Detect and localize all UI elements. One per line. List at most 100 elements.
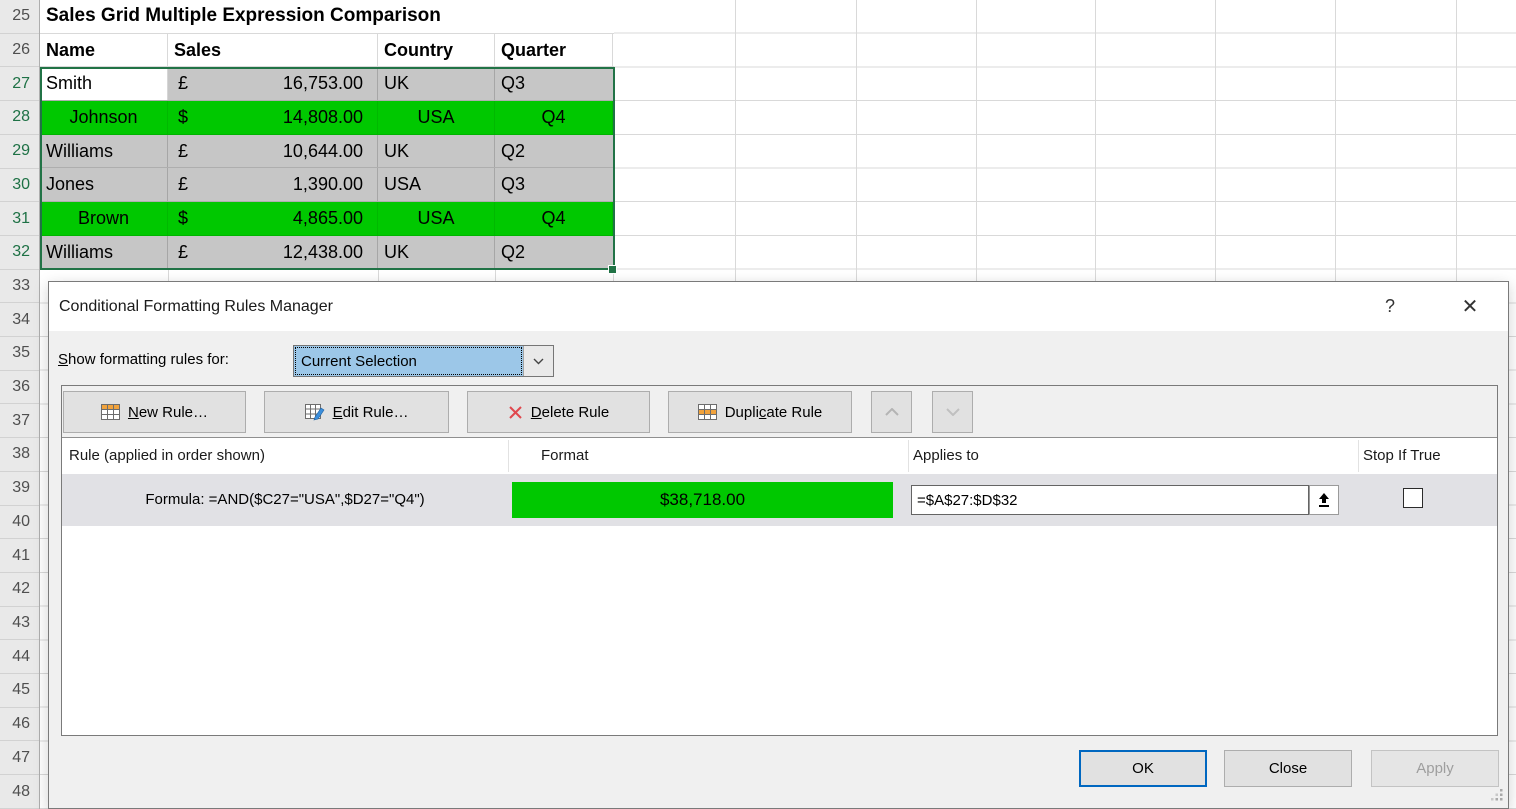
cell-name[interactable]: Williams (40, 236, 168, 269)
row-header-42[interactable]: 42 (0, 573, 39, 607)
ok-button[interactable]: OK (1079, 750, 1207, 787)
currency-symbol: £ (178, 174, 188, 195)
duplicate-rule-button[interactable]: Duplicate Rule (668, 391, 852, 433)
cell-name[interactable]: Smith (40, 67, 168, 100)
cell-quarter[interactable]: Q3 (495, 67, 613, 100)
row-header-40[interactable]: 40 (0, 506, 39, 540)
collapse-dialog-button[interactable] (1309, 485, 1339, 515)
column-header-name[interactable]: Name (40, 34, 168, 67)
table-title: Sales Grid Multiple Expression Compariso… (40, 5, 441, 27)
row-header-41[interactable]: 41 (0, 539, 39, 573)
edit-rule-button[interactable]: Edit Rule… (264, 391, 449, 433)
row-header-39[interactable]: 39 (0, 472, 39, 506)
table-row[interactable]: Brown $4,865.00 USA Q4 (40, 202, 614, 236)
table-row[interactable]: Johnson $14,808.00 USA Q4 (40, 101, 614, 135)
selection-fill-handle[interactable] (608, 265, 617, 274)
resize-grip-icon[interactable] (1490, 788, 1503, 801)
table-row[interactable]: Jones £1,390.00 USA Q3 (40, 168, 614, 202)
show-rules-label: Show formatting rules for: (58, 342, 229, 378)
cell-quarter[interactable]: Q4 (495, 101, 613, 134)
row-header-column: 2526272829303132333435363738394041424344… (0, 0, 40, 809)
column-header-quarter[interactable]: Quarter (495, 34, 613, 67)
applies-to-input[interactable] (911, 485, 1309, 515)
cell-quarter[interactable]: Q2 (495, 236, 613, 269)
row-header-33[interactable]: 33 (0, 270, 39, 304)
cell-country[interactable]: UK (378, 135, 495, 168)
row-header-36[interactable]: 36 (0, 371, 39, 405)
table-row[interactable]: Williams £10,644.00 UK Q2 (40, 135, 614, 169)
cell-sales[interactable]: £1,390.00 (168, 168, 378, 201)
help-icon[interactable]: ? (1369, 282, 1411, 331)
rule-list-item[interactable]: Formula: =AND($C27="USA",$D27="Q4") $38,… (62, 474, 1497, 526)
row-header-29[interactable]: 29 (0, 135, 39, 169)
row-header-45[interactable]: 45 (0, 674, 39, 708)
table-title-row[interactable]: Sales Grid Multiple Expression Compariso… (40, 0, 614, 34)
row-header-28[interactable]: 28 (0, 101, 39, 135)
move-rule-down-button[interactable] (932, 391, 973, 433)
cell-name[interactable]: Jones (40, 168, 168, 201)
sales-amount: 1,390.00 (293, 174, 363, 195)
move-rule-up-button[interactable] (871, 391, 912, 433)
sales-amount: 12,438.00 (283, 242, 363, 263)
row-header-48[interactable]: 48 (0, 775, 39, 809)
row-header-32[interactable]: 32 (0, 236, 39, 270)
cell-sales[interactable]: $14,808.00 (168, 101, 378, 134)
row-header-25[interactable]: 25 (0, 0, 39, 34)
sales-amount: 14,808.00 (283, 107, 363, 128)
dialog-titlebar[interactable]: Conditional Formatting Rules Manager ? ✕ (49, 282, 1508, 331)
header-divider (908, 440, 909, 472)
cell-quarter[interactable]: Q4 (495, 202, 613, 235)
row-header-35[interactable]: 35 (0, 337, 39, 371)
cell-name[interactable]: Williams (40, 135, 168, 168)
row-header-47[interactable]: 47 (0, 741, 39, 775)
cell-country[interactable]: UK (378, 67, 495, 100)
cell-sales[interactable]: £10,644.00 (168, 135, 378, 168)
conditional-formatting-rules-manager-dialog: Conditional Formatting Rules Manager ? ✕… (48, 281, 1509, 809)
column-header-country[interactable]: Country (378, 34, 495, 67)
table-header-row[interactable]: Name Sales Country Quarter (40, 34, 614, 68)
header-divider (1358, 440, 1359, 472)
header-divider (508, 440, 509, 472)
row-header-43[interactable]: 43 (0, 607, 39, 641)
header-applies-to: Applies to (913, 438, 979, 474)
close-icon[interactable]: ✕ (1449, 282, 1491, 331)
row-header-31[interactable]: 31 (0, 202, 39, 236)
row-header-34[interactable]: 34 (0, 303, 39, 337)
sales-amount: 4,865.00 (293, 208, 363, 229)
cell-sales[interactable]: $4,865.00 (168, 202, 378, 235)
cell-country[interactable]: USA (378, 101, 495, 134)
cell-sales[interactable]: £12,438.00 (168, 236, 378, 269)
sales-amount: 16,753.00 (283, 73, 363, 94)
cell-country[interactable]: USA (378, 168, 495, 201)
chevron-up-icon (885, 408, 899, 416)
cell-name[interactable]: Johnson (40, 101, 168, 134)
table-row[interactable]: Smith £16,753.00 UK Q3 (40, 67, 614, 101)
cell-country[interactable]: USA (378, 202, 495, 235)
row-header-44[interactable]: 44 (0, 640, 39, 674)
close-button[interactable]: Close (1224, 750, 1352, 787)
cell-quarter[interactable]: Q2 (495, 135, 613, 168)
stop-if-true-checkbox[interactable] (1403, 488, 1423, 508)
row-header-26[interactable]: 26 (0, 34, 39, 68)
cell-quarter[interactable]: Q3 (495, 168, 613, 201)
row-header-27[interactable]: 27 (0, 67, 39, 101)
row-header-37[interactable]: 37 (0, 404, 39, 438)
column-header-sales[interactable]: Sales (168, 34, 378, 67)
row-header-30[interactable]: 30 (0, 169, 39, 203)
cell-country[interactable]: UK (378, 236, 495, 269)
cell-name[interactable]: Brown (40, 202, 168, 235)
show-rules-dropdown[interactable]: Current Selection (293, 345, 554, 377)
cell-sales[interactable]: £16,753.00 (168, 67, 378, 100)
apply-button: Apply (1371, 750, 1499, 787)
delete-rule-button[interactable]: Delete Rule (467, 391, 650, 433)
row-header-38[interactable]: 38 (0, 438, 39, 472)
rules-list-header: Rule (applied in order shown) Format App… (62, 438, 1497, 474)
rule-format-preview: $38,718.00 (512, 482, 893, 518)
new-rule-button[interactable]: New Rule… (63, 391, 246, 433)
currency-symbol: £ (178, 242, 188, 263)
chevron-down-icon[interactable] (523, 346, 553, 376)
chevron-down-icon (946, 408, 960, 416)
table-row[interactable]: Williams £12,438.00 UK Q2 (40, 236, 614, 270)
show-rules-selected-value[interactable]: Current Selection (294, 346, 523, 376)
row-header-46[interactable]: 46 (0, 708, 39, 742)
